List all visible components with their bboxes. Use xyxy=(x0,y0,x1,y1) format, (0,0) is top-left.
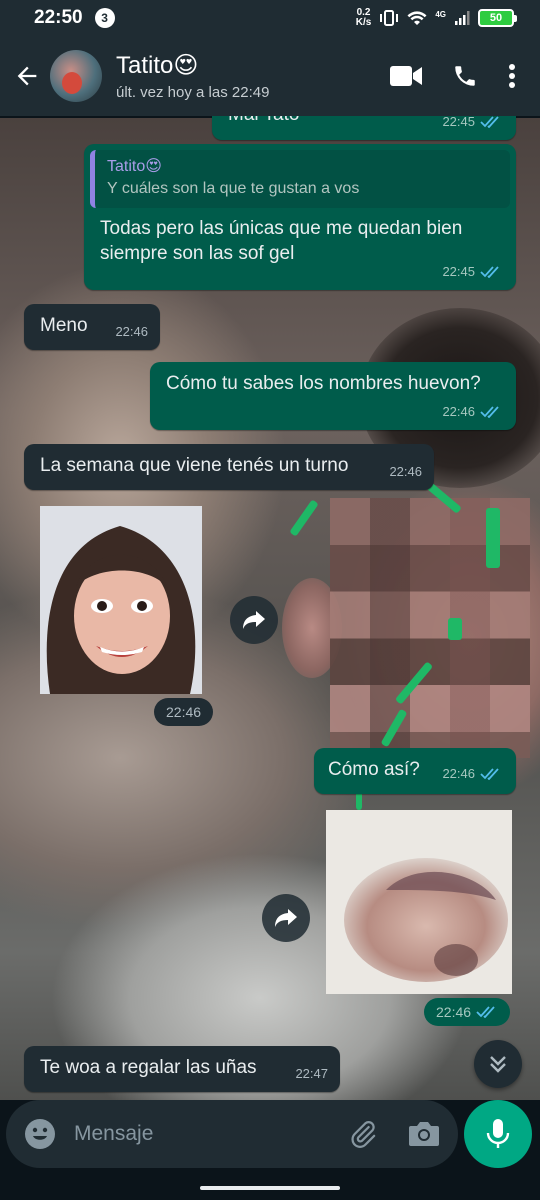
blurred-hand-photo xyxy=(326,810,512,994)
chat-header: Tatito😍 últ. vez hoy a las 22:49 xyxy=(0,36,540,116)
message-composer: Mensaje xyxy=(6,1100,458,1168)
quoted-author: Tatito😍 xyxy=(107,158,162,175)
back-arrow-icon xyxy=(17,66,37,86)
network-speed-unit: K/s xyxy=(355,17,372,28)
wallpaper-stroke xyxy=(448,618,462,640)
double-check-icon xyxy=(480,767,502,780)
message-time: 22:46 xyxy=(389,464,422,479)
photo-time: 22:46 xyxy=(154,698,214,726)
network-speed: 0.2 K/s xyxy=(356,8,372,28)
message-text: Te woa a regalar las uñas xyxy=(40,1057,257,1078)
mic-icon xyxy=(486,1119,510,1148)
contact-name: Tatito😍 xyxy=(116,52,199,79)
message-time: 22:47 xyxy=(295,1066,328,1081)
battery-icon: 50 xyxy=(478,9,517,27)
message-text: La semana que viene tenés un turno xyxy=(40,455,349,476)
message-meta: 22:46 xyxy=(442,761,502,786)
forward-button[interactable] xyxy=(262,894,310,942)
message-time: 22:46 xyxy=(442,404,475,419)
message-outgoing-reply[interactable]: Tatito😍 Y cuáles son la que te gustan a … xyxy=(84,144,516,290)
network-type: 4G xyxy=(435,10,446,19)
message-time: 22:46 xyxy=(115,324,148,339)
contact-avatar[interactable] xyxy=(50,50,102,102)
vibrate-icon xyxy=(380,10,399,26)
phone-icon xyxy=(455,66,475,86)
message-text: Todas pero las únicas que me quedan bien… xyxy=(100,218,463,264)
double-check-icon xyxy=(476,1006,498,1018)
status-icons: 0.2 K/s 4G 50 xyxy=(356,8,517,28)
last-seen: últ. vez hoy a las 22:49 xyxy=(116,84,270,101)
message-input[interactable]: Mensaje xyxy=(74,1122,348,1146)
message-time: 22:46 xyxy=(166,704,202,720)
message-time: 22:46 xyxy=(442,766,475,781)
forward-icon xyxy=(275,909,297,927)
message-outgoing[interactable]: Cómo tu sabes los nombres huevon? 22:46 xyxy=(150,362,516,430)
home-gesture-handle[interactable] xyxy=(200,1186,340,1190)
message-incoming[interactable]: Te woa a regalar las uñas 22:47 xyxy=(24,1046,340,1092)
chevron-double-down-icon xyxy=(490,1056,506,1073)
double-check-icon xyxy=(480,115,502,128)
message-outgoing[interactable]: Cómo así? 22:46 xyxy=(314,748,516,794)
status-bar: 22:50 3 0.2 K/s 4G 50 xyxy=(0,0,540,36)
incoming-photo[interactable] xyxy=(40,506,202,694)
quoted-text: Y cuáles son la que te gustan a vos xyxy=(107,180,360,197)
message-incoming[interactable]: Meno 22:46 xyxy=(24,304,160,350)
signal-icon xyxy=(455,11,470,25)
message-meta: 22:46 xyxy=(442,399,502,424)
message-meta: 22:45 xyxy=(442,259,502,284)
more-options-button[interactable] xyxy=(508,63,516,89)
message-incoming[interactable]: La semana que viene tenés un turno 22:46 xyxy=(24,444,434,490)
attach-button[interactable] xyxy=(348,1119,378,1149)
girl-face-photo xyxy=(40,506,202,694)
forward-icon xyxy=(243,611,265,629)
notification-badge: 3 xyxy=(94,8,115,28)
wallpaper-stroke xyxy=(486,508,500,568)
emoji-icon xyxy=(25,1119,55,1149)
attach-icon xyxy=(351,1121,376,1148)
wallpaper-stroke xyxy=(289,499,319,537)
header-actions xyxy=(390,63,540,89)
back-button[interactable] xyxy=(4,53,50,99)
system-nav-bar xyxy=(0,1174,540,1200)
double-check-icon xyxy=(480,265,502,278)
more-vert-icon xyxy=(509,64,515,88)
video-call-button[interactable] xyxy=(390,65,422,87)
message-text: Cómo así? xyxy=(328,759,420,780)
voice-call-button[interactable] xyxy=(452,63,478,89)
status-time: 22:50 xyxy=(34,7,83,28)
wallpaper-pixelated-face xyxy=(330,498,530,758)
forward-button[interactable] xyxy=(230,596,278,644)
message-text: Cómo tu sabes los nombres huevon? xyxy=(166,373,481,394)
outgoing-photo[interactable] xyxy=(326,810,512,994)
quoted-message[interactable]: Tatito😍 Y cuáles son la que te gustan a … xyxy=(90,150,510,208)
message-text: Meno xyxy=(40,315,88,336)
contact-info[interactable]: Tatito😍 últ. vez hoy a las 22:49 xyxy=(116,51,269,101)
double-check-icon xyxy=(480,405,502,418)
wifi-icon xyxy=(407,11,427,25)
emoji-button[interactable] xyxy=(24,1118,56,1150)
camera-button[interactable] xyxy=(408,1120,440,1148)
battery-level: 50 xyxy=(489,12,503,24)
message-time: 22:46 xyxy=(436,1004,472,1020)
photo-time: 22:46 xyxy=(424,998,511,1026)
scroll-to-bottom-button[interactable] xyxy=(474,1040,522,1088)
camera-icon xyxy=(409,1122,439,1146)
message-time: 22:45 xyxy=(442,264,475,279)
voice-message-button[interactable] xyxy=(464,1100,532,1168)
video-call-icon xyxy=(390,66,422,86)
